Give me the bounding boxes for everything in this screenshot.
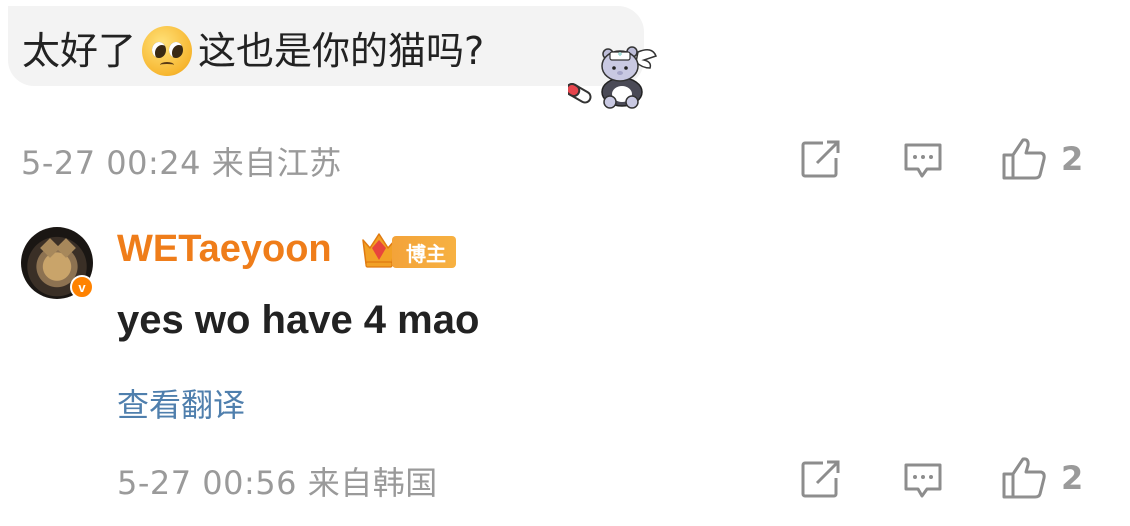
reply-text: yes wo have 4 mao [117, 298, 480, 342]
like-count: 2 [1061, 140, 1084, 178]
reply-share-button[interactable] [801, 460, 841, 498]
thumbs-up-icon [1002, 457, 1046, 499]
reply-username[interactable]: WETaeyoon [117, 228, 332, 271]
verified-badge: v [70, 275, 94, 299]
comment-icon [904, 143, 942, 178]
translate-link[interactable]: 查看翻译 [117, 380, 245, 426]
reply-like-button[interactable]: 2 [1001, 456, 1083, 500]
share-icon [801, 140, 840, 178]
reply-comment-button[interactable] [903, 462, 943, 500]
share-icon [801, 460, 840, 498]
reply-like-count: 2 [1061, 459, 1084, 497]
bottom-fade [0, 496, 1130, 526]
comment-text-part1: 太好了 [22, 29, 137, 73]
bear-sticker-icon [568, 46, 657, 109]
pleading-face-emoji-icon [142, 26, 193, 76]
comment-button[interactable] [903, 142, 943, 180]
comment-meta: 5-27 00:24 来自江苏 [21, 144, 342, 182]
thumbs-up-icon [1002, 138, 1046, 180]
comment-text-part2: 这也是你的猫吗? [198, 29, 485, 73]
share-button[interactable] [801, 140, 841, 178]
comment-icon [904, 463, 942, 498]
blogger-badge: 博主 [392, 236, 456, 268]
comment-text: 太好了 这也是你的猫吗? [22, 26, 484, 76]
like-button[interactable]: 2 [1001, 137, 1083, 181]
